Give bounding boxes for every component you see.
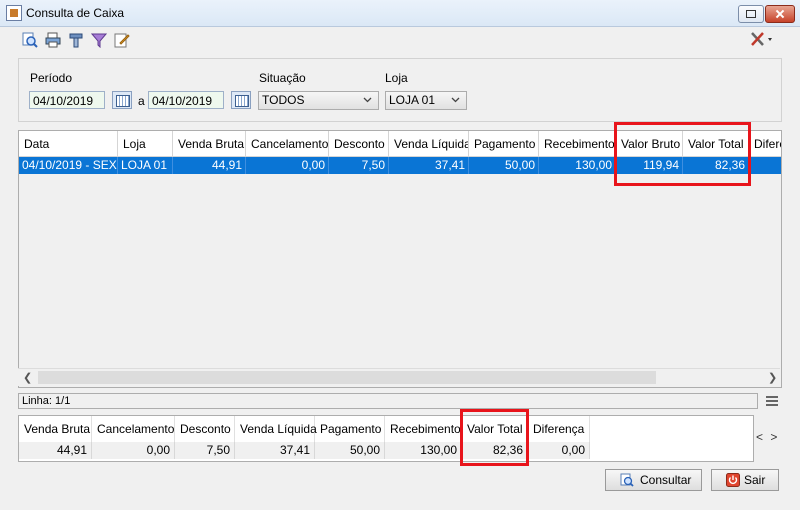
column-header[interactable]: Recebimento xyxy=(539,131,616,157)
print-icon[interactable] xyxy=(45,32,61,48)
column-header[interactable]: Cancelamento xyxy=(246,131,329,157)
edit-icon[interactable] xyxy=(114,32,130,48)
consultar-label: Consultar xyxy=(640,473,692,487)
situacao-select[interactable]: TODOS xyxy=(258,91,379,110)
date-to-field[interactable]: 04/10/2019 xyxy=(148,91,224,109)
totals-value: 130,00 xyxy=(385,442,462,459)
a-label: a xyxy=(138,94,145,108)
power-icon xyxy=(726,473,740,487)
chevron-down-icon xyxy=(451,97,460,103)
table-cell: 44,91 xyxy=(173,157,246,174)
column-header[interactable]: Data xyxy=(19,131,118,157)
totals-header: Venda Bruta xyxy=(19,416,92,442)
totals-value: 0,00 xyxy=(92,442,175,459)
close-button[interactable] xyxy=(765,5,795,23)
scroll-right-icon[interactable]: ❯ xyxy=(768,371,777,384)
totals-nav-arrows[interactable]: < > xyxy=(756,430,779,444)
totals-value: 0,00 xyxy=(528,442,590,459)
totals-header: Cancelamento xyxy=(92,416,175,442)
column-header[interactable]: Diferença xyxy=(749,131,781,157)
calendar-icon[interactable] xyxy=(231,91,251,109)
column-header[interactable]: Desconto xyxy=(329,131,389,157)
table-cell: 50,00 xyxy=(469,157,539,174)
column-header[interactable]: Loja xyxy=(118,131,173,157)
situacao-value: TODOS xyxy=(262,93,305,107)
filter-icon[interactable] xyxy=(91,32,107,48)
column-header[interactable]: Pagamento xyxy=(469,131,539,157)
highlight-box-totals xyxy=(460,409,529,466)
totals-value: 7,50 xyxy=(175,442,235,459)
table-cell: LOJA 01 xyxy=(118,157,173,174)
column-header[interactable]: Venda Líquida xyxy=(389,131,469,157)
filter-panel xyxy=(18,58,782,122)
scroll-left-icon[interactable]: ❮ xyxy=(23,371,32,384)
totals-header: Diferença xyxy=(528,416,590,442)
column-header[interactable]: Venda Bruta xyxy=(173,131,246,157)
consultar-icon xyxy=(620,473,634,487)
totals-value: 37,41 xyxy=(235,442,315,459)
loja-label: Loja xyxy=(385,71,408,85)
title-bar: Consulta de Caixa xyxy=(0,0,800,27)
row-count-status: Linha: 1/1 xyxy=(18,393,758,409)
date-from-field[interactable]: 04/10/2019 xyxy=(29,91,105,109)
sair-button[interactable]: Sair xyxy=(711,469,779,491)
totals-grid: Venda Bruta Cancelamento Desconto Venda … xyxy=(18,415,754,462)
horizontal-scrollbar[interactable]: ❮ ❯ xyxy=(18,368,780,386)
scroll-thumb[interactable] xyxy=(38,371,656,384)
window-title: Consulta de Caixa xyxy=(26,6,125,20)
menu-icon[interactable] xyxy=(766,396,778,406)
loja-value: LOJA 01 xyxy=(389,93,436,107)
totals-value: 44,91 xyxy=(19,442,92,459)
calendar-icon[interactable] xyxy=(112,91,132,109)
consultar-button[interactable]: Consultar xyxy=(605,469,702,491)
sair-label: Sair xyxy=(744,473,766,487)
settings-tools-icon[interactable] xyxy=(750,31,774,47)
periodo-label: Período xyxy=(30,71,73,85)
situacao-label: Situação xyxy=(259,71,306,85)
table-cell: 130,00 xyxy=(539,157,616,174)
table-cell: 7,50 xyxy=(329,157,389,174)
table-cell: 04/10/2019 - SEX xyxy=(19,157,118,174)
table-cell xyxy=(749,157,781,174)
restore-button[interactable] xyxy=(738,5,764,23)
loja-select[interactable]: LOJA 01 xyxy=(385,91,467,110)
highlight-box-grid xyxy=(614,122,751,186)
totals-value: 50,00 xyxy=(315,442,385,459)
totals-header: Recebimento xyxy=(385,416,462,442)
app-icon xyxy=(6,5,22,21)
totals-header: Desconto xyxy=(175,416,235,442)
search-report-icon[interactable] xyxy=(22,32,38,48)
chevron-down-icon xyxy=(363,97,372,103)
table-cell: 37,41 xyxy=(389,157,469,174)
totals-header: Pagamento xyxy=(315,416,385,442)
totals-header: Venda Líquida xyxy=(235,416,317,442)
tools-icon[interactable] xyxy=(68,32,84,48)
table-cell: 0,00 xyxy=(246,157,329,174)
